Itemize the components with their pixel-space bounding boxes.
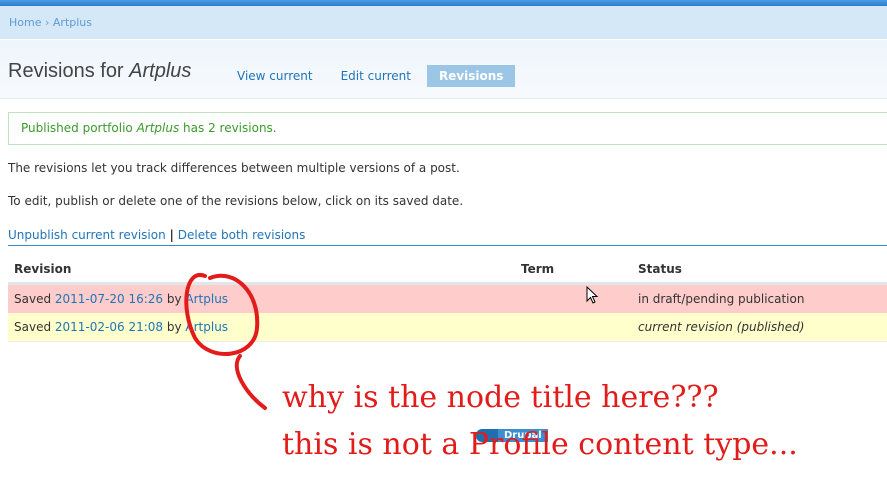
title-node: Artplus (129, 60, 192, 82)
breadcrumb: Home › Artplus (0, 6, 887, 40)
header-status: Status (632, 256, 887, 285)
revision-date-link[interactable]: 2011-02-06 21:08 (55, 320, 163, 334)
breadcrumb-home[interactable]: Home (9, 16, 41, 29)
status-cell: current revision (published) (638, 320, 805, 334)
tabs: View current Edit current Revisions (225, 65, 519, 87)
unpublish-link[interactable]: Unpublish current revision (8, 228, 166, 242)
annotation-line-2: this is not a Profile content type... (282, 427, 798, 462)
actions-separator: | (169, 228, 174, 242)
red-circle-annotation (184, 273, 267, 410)
status-message: Published portfolio Artplus has 2 revisi… (8, 112, 887, 145)
status-cell: in draft/pending publication (638, 292, 805, 306)
page-header: Revisions for Artplus View current Edit … (0, 40, 887, 99)
revisions-table: Revision Term Status Saved 2011-07-20 16:2… (8, 256, 887, 342)
tab-view-current[interactable]: View current (225, 65, 325, 87)
saved-label: Saved (14, 292, 55, 306)
annotation-line-1: why is the node title here??? (282, 380, 719, 415)
table-row: Saved 2011-02-06 21:08 by Artplus curren… (8, 313, 887, 342)
header-term: Term (515, 256, 632, 285)
page-title: Revisions for Artplus (8, 60, 191, 83)
term-cell (515, 313, 632, 342)
title-prefix: Revisions for (8, 60, 130, 82)
revision-date-link[interactable]: 2011-07-20 16:26 (55, 292, 163, 306)
breadcrumb-separator: › (44, 16, 50, 29)
tab-edit-current[interactable]: Edit current (329, 65, 423, 87)
tab-revisions[interactable]: Revisions (426, 65, 516, 87)
revision-actions: Unpublish current revision | Delete both… (8, 228, 887, 246)
intro-instructions: To edit, publish or delete one of the re… (8, 194, 464, 208)
mouse-cursor-icon (586, 286, 599, 304)
saved-label: Saved (14, 320, 55, 334)
table-row: Saved 2011-07-20 16:26 by Artplus in dra… (8, 283, 887, 314)
intro-text: The revisions let you track differences … (8, 161, 460, 175)
message-suffix: has 2 revisions. (179, 121, 277, 135)
message-prefix: Published portfolio (21, 121, 137, 135)
term-cell (515, 284, 632, 314)
message-node: Artplus (136, 121, 180, 135)
delete-link[interactable]: Delete both revisions (178, 228, 306, 242)
breadcrumb-current[interactable]: Artplus (53, 16, 92, 29)
